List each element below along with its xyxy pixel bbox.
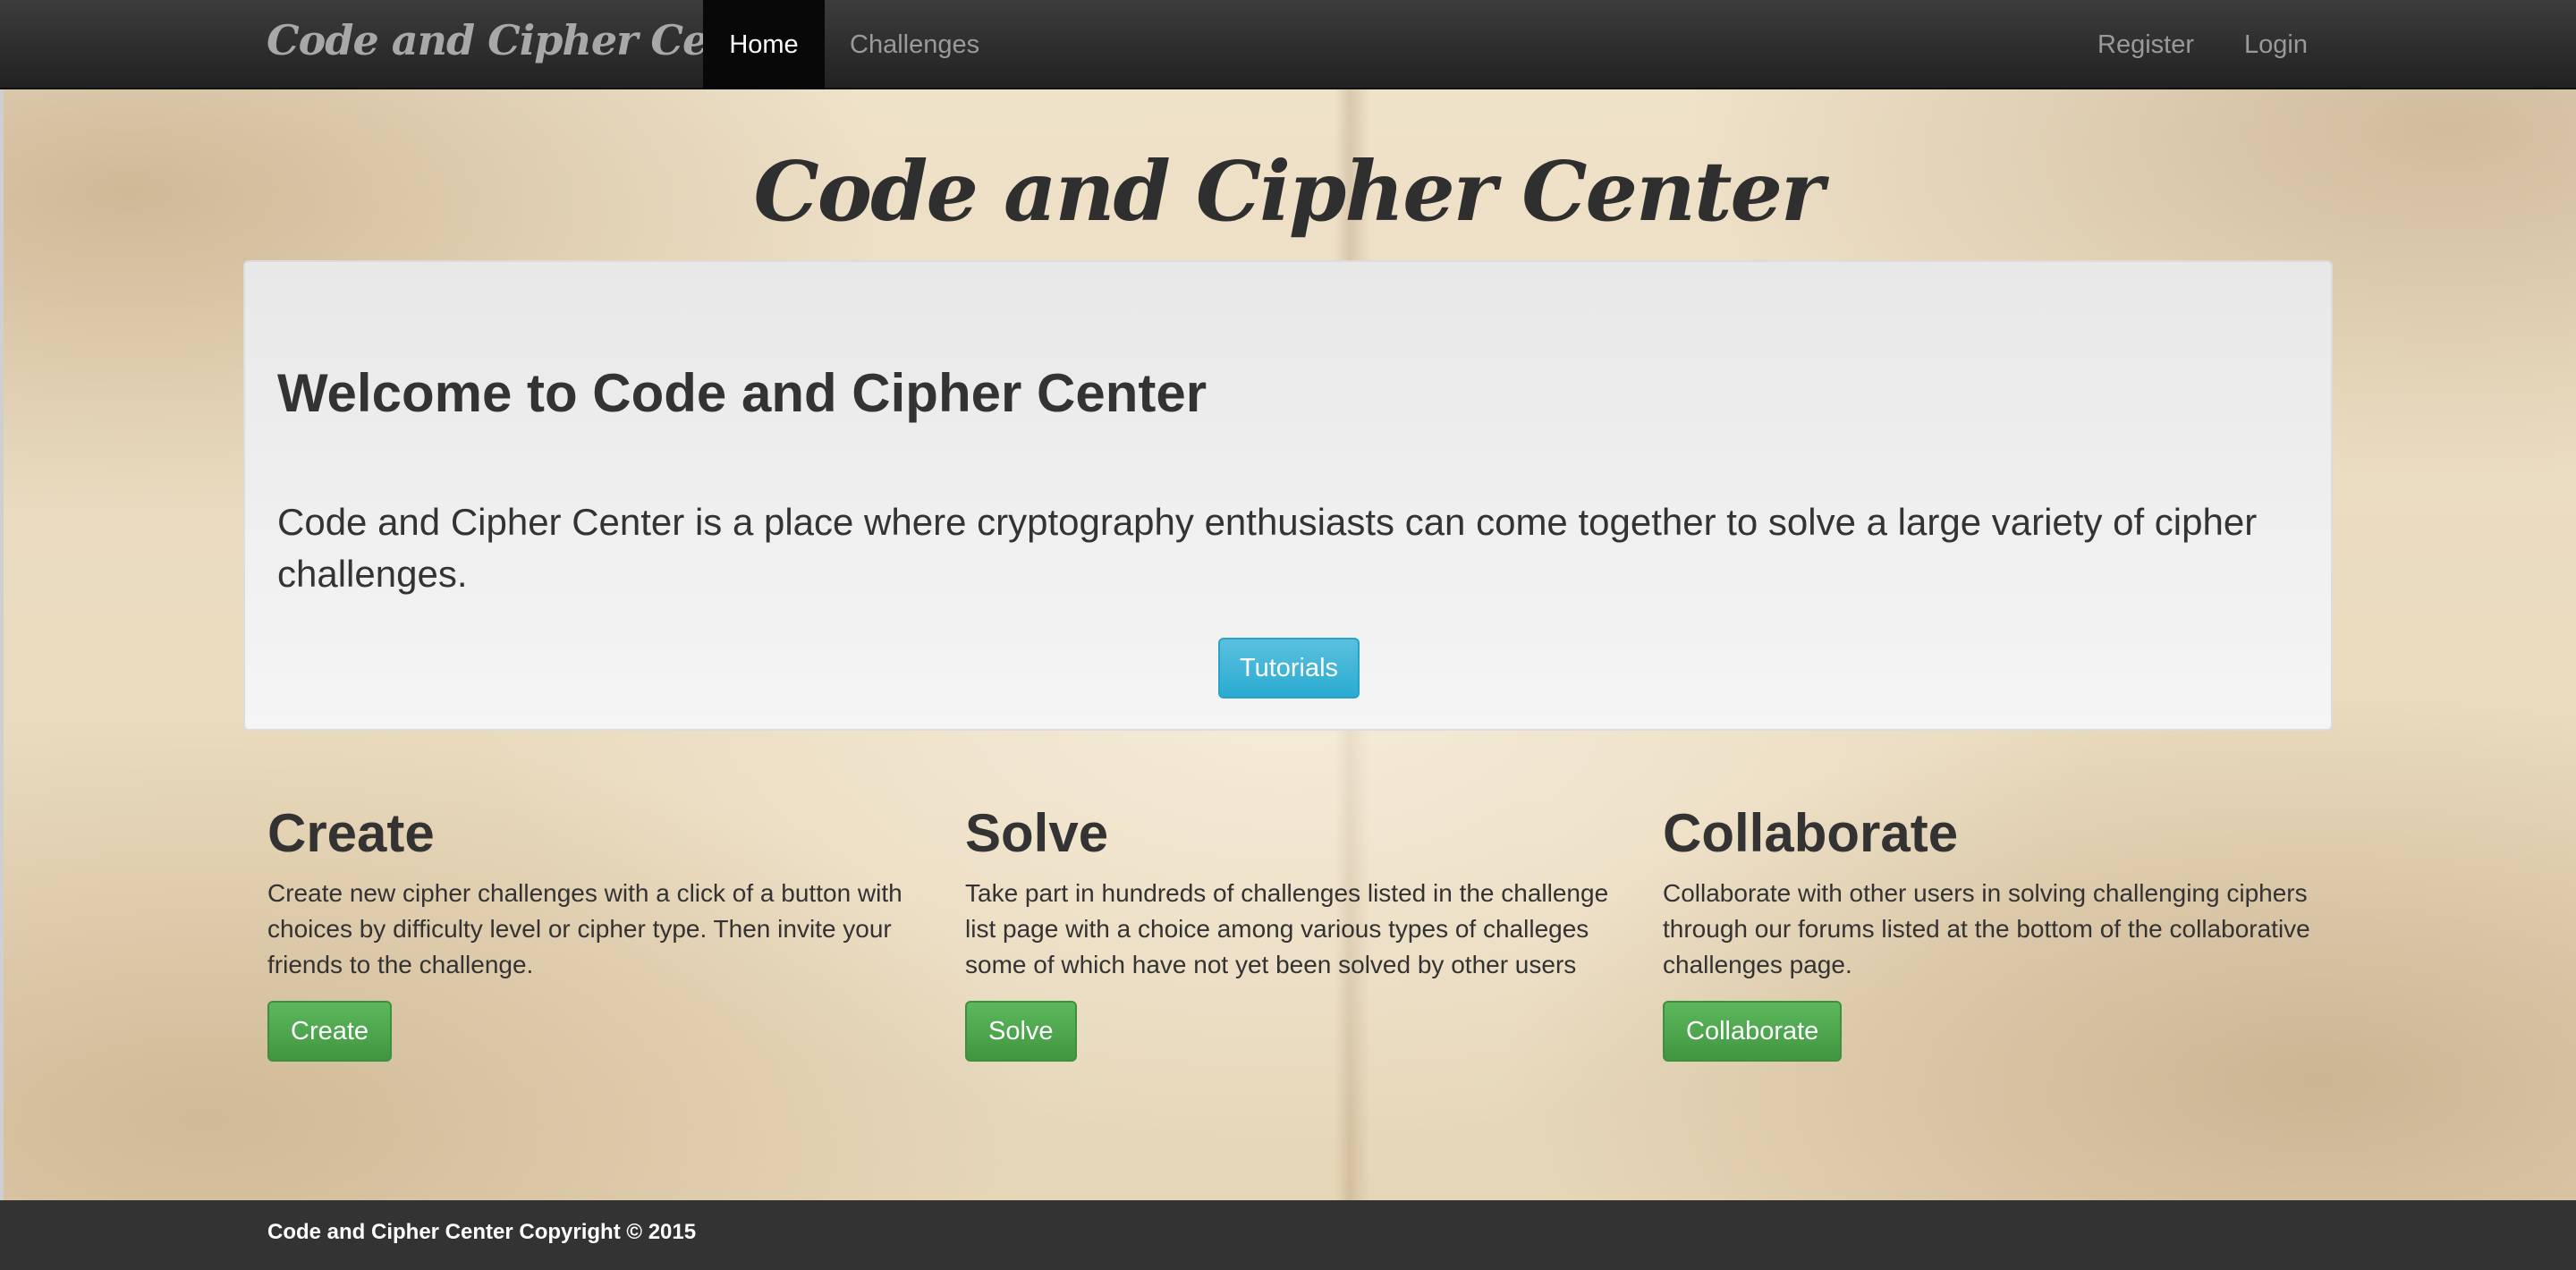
nav-item-challenges[interactable]: Challenges (850, 0, 979, 89)
feature-solve-text: Take part in hundreds of challenges list… (965, 879, 1609, 978)
nav-item-login[interactable]: Login (2244, 0, 2308, 89)
feature-collaborate: Collaborate Collaborate with other users… (1663, 800, 2316, 1062)
tutorials-button[interactable]: Tutorials (1218, 638, 1360, 698)
feature-create-text: Create new cipher challenges with a clic… (267, 879, 902, 978)
feature-solve: Solve Take part in hundreds of challenge… (965, 800, 1618, 1062)
footer: Code and Cipher Center Copyright © 2015 (0, 1200, 2576, 1270)
collaborate-button[interactable]: Collaborate (1663, 1001, 1843, 1062)
jumbotron: Welcome to Code and Cipher Center Code a… (243, 260, 2333, 731)
feature-solve-heading: Solve (965, 803, 1109, 863)
jumbotron-text: Code and Cipher Center is a place where … (277, 501, 2258, 595)
footer-copyright: Code and Cipher Center Copyright © 2015 (267, 1220, 697, 1244)
jumbotron-heading: Welcome to Code and Cipher Center (277, 363, 1208, 423)
nav-item-register[interactable]: Register (2097, 0, 2194, 89)
hero-title: Code and Cipher Center (753, 143, 1825, 240)
feature-create-heading: Create (267, 803, 435, 863)
navbar: Code and Cipher Center Home Challenges R… (0, 0, 2576, 89)
create-button[interactable]: Create (267, 1001, 393, 1062)
feature-collaborate-text: Collaborate with other users in solving … (1663, 879, 2310, 978)
solve-button[interactable]: Solve (965, 1001, 1077, 1062)
feature-create: Create Create new cipher challenges with… (267, 800, 920, 1062)
feature-collaborate-heading: Collaborate (1663, 803, 1959, 863)
nav-item-home[interactable]: Home (703, 0, 825, 89)
